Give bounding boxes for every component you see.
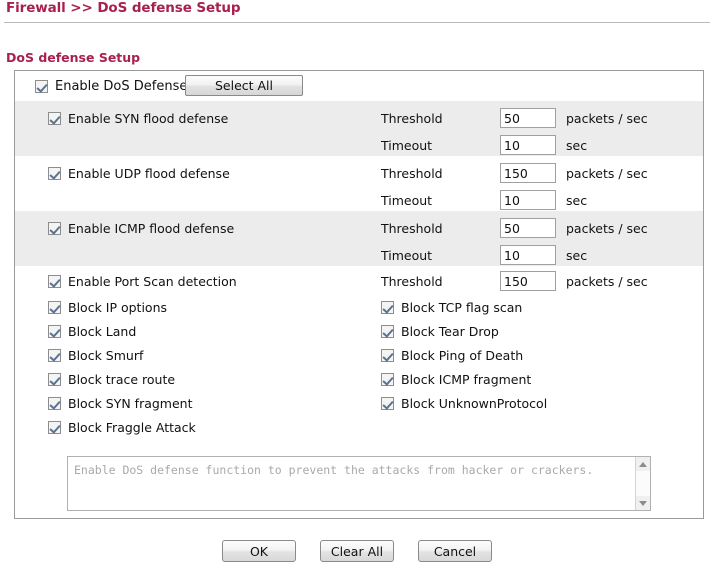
page-root: Firewall >> DoS defense Setup DoS defens… [0, 0, 714, 570]
block-options-right-column: Block TCP flag scan Block Tear Drop Bloc… [381, 295, 547, 415]
description-textarea[interactable]: Enable DoS defense function to prevent t… [67, 456, 651, 511]
block-trace-route-checkbox[interactable] [48, 372, 61, 386]
block-land-checkbox[interactable] [48, 324, 61, 338]
breadcrumb-divider [4, 22, 710, 23]
block-trace-route-row[interactable]: Block trace route [48, 367, 196, 391]
udp-threshold-unit: packets / sec [566, 165, 648, 181]
enable-dos-defense-checkbox[interactable] [35, 80, 48, 93]
scroll-up-icon[interactable] [636, 457, 650, 471]
enable-port-scan-label: Enable Port Scan detection [68, 274, 237, 289]
footer-buttons: OK Clear All Cancel [0, 540, 714, 562]
enable-syn-flood-label: Enable SYN flood defense [68, 111, 229, 126]
breadcrumb: Firewall >> DoS defense Setup [6, 0, 241, 16]
cancel-button[interactable]: Cancel [418, 540, 492, 562]
block-ping-of-death-label: Block Ping of Death [401, 347, 524, 363]
description-scrollbar[interactable] [635, 457, 650, 510]
block-ping-of-death-row[interactable]: Block Ping of Death [381, 343, 547, 367]
block-fraggle-attack-label: Block Fraggle Attack [68, 419, 196, 435]
syn-timeout-unit: sec [566, 137, 588, 153]
block-land-label: Block Land [68, 323, 137, 339]
block-icmp-fragment-checkbox[interactable] [381, 372, 394, 386]
block-trace-route-label: Block trace route [68, 371, 176, 387]
block-ip-options-row[interactable]: Block IP options [48, 295, 196, 319]
row-port-scan: Enable Port Scan detection Threshold pac… [15, 266, 703, 295]
clear-all-button[interactable]: Clear All [320, 540, 394, 562]
dos-defense-panel: Enable DoS Defense Enable SYN flood defe… [14, 70, 704, 519]
block-tear-drop-checkbox[interactable] [381, 324, 394, 338]
row-udp-flood: Enable UDP flood defense Threshold packe… [15, 156, 703, 211]
enable-icmp-flood-label: Enable ICMP flood defense [68, 221, 235, 236]
enable-udp-flood-checkbox-row[interactable]: Enable UDP flood defense [48, 166, 230, 181]
block-unknown-protocol-label: Block UnknownProtocol [401, 395, 548, 411]
block-icmp-fragment-label: Block ICMP fragment [401, 371, 532, 387]
block-tcp-flag-scan-checkbox[interactable] [381, 300, 394, 314]
block-smurf-checkbox[interactable] [48, 348, 61, 362]
enable-port-scan-checkbox[interactable] [48, 275, 61, 288]
block-unknown-protocol-row[interactable]: Block UnknownProtocol [381, 391, 547, 415]
block-fraggle-attack-checkbox[interactable] [48, 420, 61, 434]
block-icmp-fragment-row[interactable]: Block ICMP fragment [381, 367, 547, 391]
syn-timeout-label: Timeout [381, 137, 433, 153]
scroll-down-icon[interactable] [636, 496, 650, 510]
enable-icmp-flood-checkbox[interactable] [48, 222, 61, 235]
block-tear-drop-row[interactable]: Block Tear Drop [381, 319, 547, 343]
block-options-left-column: Block IP options Block Land Block Smurf … [48, 295, 196, 439]
block-tear-drop-label: Block Tear Drop [401, 323, 499, 339]
enable-port-scan-checkbox-row[interactable]: Enable Port Scan detection [48, 274, 237, 289]
port-scan-threshold-label: Threshold [381, 273, 443, 289]
block-land-row[interactable]: Block Land [48, 319, 196, 343]
syn-threshold-label: Threshold [381, 110, 443, 126]
port-scan-threshold-unit: packets / sec [566, 273, 648, 289]
block-smurf-row[interactable]: Block Smurf [48, 343, 196, 367]
enable-syn-flood-checkbox-row[interactable]: Enable SYN flood defense [48, 111, 228, 126]
block-syn-fragment-label: Block SYN fragment [68, 395, 193, 411]
enable-dos-defense-checkbox-row[interactable]: Enable DoS Defense [35, 79, 187, 94]
select-all-button[interactable]: Select All [185, 75, 303, 96]
udp-threshold-input[interactable] [500, 163, 556, 183]
block-unknown-protocol-checkbox[interactable] [381, 396, 394, 410]
block-tcp-flag-scan-row[interactable]: Block TCP flag scan [381, 295, 547, 319]
row-syn-flood: Enable SYN flood defense Threshold packe… [15, 101, 703, 156]
row-icmp-flood: Enable ICMP flood defense Threshold pack… [15, 211, 703, 266]
icmp-timeout-input[interactable] [500, 245, 556, 265]
row-master: Enable DoS Defense [15, 71, 703, 101]
description-text: Enable DoS defense function to prevent t… [74, 463, 594, 477]
icmp-threshold-unit: packets / sec [566, 220, 648, 236]
syn-threshold-input[interactable] [500, 108, 556, 128]
block-ping-of-death-checkbox[interactable] [381, 348, 394, 362]
block-tcp-flag-scan-label: Block TCP flag scan [401, 299, 523, 315]
scrollbar-track[interactable] [636, 471, 650, 496]
page-title: DoS defense Setup [6, 50, 141, 65]
block-syn-fragment-row[interactable]: Block SYN fragment [48, 391, 196, 415]
syn-timeout-input[interactable] [500, 135, 556, 155]
block-ip-options-label: Block IP options [68, 299, 168, 315]
icmp-timeout-label: Timeout [381, 247, 433, 263]
block-fraggle-attack-row[interactable]: Block Fraggle Attack [48, 415, 196, 439]
block-ip-options-checkbox[interactable] [48, 300, 61, 314]
udp-timeout-label: Timeout [381, 192, 433, 208]
port-scan-threshold-input[interactable] [500, 271, 556, 291]
enable-icmp-flood-checkbox-row[interactable]: Enable ICMP flood defense [48, 221, 234, 236]
syn-threshold-unit: packets / sec [566, 110, 648, 126]
block-syn-fragment-checkbox[interactable] [48, 396, 61, 410]
udp-threshold-label: Threshold [381, 165, 443, 181]
udp-timeout-input[interactable] [500, 190, 556, 210]
udp-timeout-unit: sec [566, 192, 588, 208]
icmp-threshold-input[interactable] [500, 218, 556, 238]
enable-udp-flood-checkbox[interactable] [48, 167, 61, 180]
enable-dos-defense-label: Enable DoS Defense [55, 79, 188, 94]
enable-syn-flood-checkbox[interactable] [48, 112, 61, 125]
ok-button[interactable]: OK [222, 540, 296, 562]
enable-udp-flood-label: Enable UDP flood defense [68, 166, 230, 181]
icmp-timeout-unit: sec [566, 247, 588, 263]
block-smurf-label: Block Smurf [68, 347, 144, 363]
icmp-threshold-label: Threshold [381, 220, 443, 236]
